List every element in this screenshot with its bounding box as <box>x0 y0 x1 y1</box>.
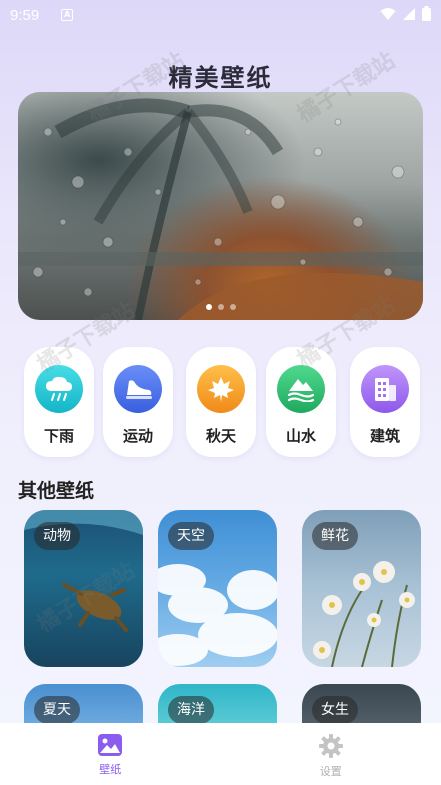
wallpaper-card[interactable]: 天空 <box>158 510 277 667</box>
battery-icon <box>422 6 431 21</box>
wallpaper-tag: 动物 <box>34 522 80 550</box>
wallpaper-card[interactable]: 动物 <box>24 510 143 667</box>
wifi-icon <box>380 7 396 20</box>
status-bar: 9:59 A <box>0 0 441 30</box>
wallpaper-card[interactable]: 鲜花 <box>302 510 421 667</box>
tab-label: 壁纸 <box>99 763 122 776</box>
category-label: 秋天 <box>205 427 236 445</box>
category-label: 下雨 <box>43 427 74 445</box>
category-autumn[interactable]: 秋天 <box>186 347 256 457</box>
wallpaper-tag: 天空 <box>168 522 214 550</box>
wallpaper-tag: 夏天 <box>34 696 80 724</box>
page-title: 精美壁纸 <box>168 64 273 92</box>
category-sport[interactable]: 运动 <box>103 347 173 457</box>
banner-image <box>18 98 423 320</box>
category-label: 运动 <box>122 427 153 445</box>
banner-pagination <box>18 304 423 310</box>
building-icon <box>361 365 409 413</box>
tab-settings[interactable]: 设置 <box>221 723 441 785</box>
wallpaper-tag: 女生 <box>312 696 358 724</box>
banner-dot[interactable] <box>217 304 224 310</box>
rain-cloud-icon <box>35 365 83 413</box>
category-label: 山水 <box>285 427 316 445</box>
gear-icon <box>318 734 343 758</box>
mountain-water-icon <box>277 365 325 413</box>
signal-icon <box>403 7 415 20</box>
status-time: 9:59 <box>10 6 40 24</box>
notification-icon: A <box>61 9 74 21</box>
banner-dot[interactable] <box>229 304 236 310</box>
banner-dot[interactable] <box>205 304 212 310</box>
wallpaper-tag: 鲜花 <box>312 522 358 550</box>
bottom-tab-bar: 壁纸 设置 <box>0 723 441 785</box>
category-landscape[interactable]: 山水 <box>266 347 336 457</box>
category-rain[interactable]: 下雨 <box>24 347 94 457</box>
category-architecture[interactable]: 建筑 <box>350 347 420 457</box>
banner-carousel[interactable] <box>18 92 423 320</box>
tab-wallpaper[interactable]: 壁纸 <box>0 723 221 785</box>
section-title: 其他壁纸 <box>18 480 95 502</box>
tab-label: 设置 <box>319 765 342 778</box>
category-row: 下雨 运动 秋天 山水 建筑 <box>24 347 424 457</box>
wallpaper-tag: 海洋 <box>168 696 214 724</box>
maple-leaf-icon <box>197 365 245 413</box>
image-icon <box>98 734 123 756</box>
category-label: 建筑 <box>369 427 400 445</box>
sneaker-icon <box>114 365 162 413</box>
